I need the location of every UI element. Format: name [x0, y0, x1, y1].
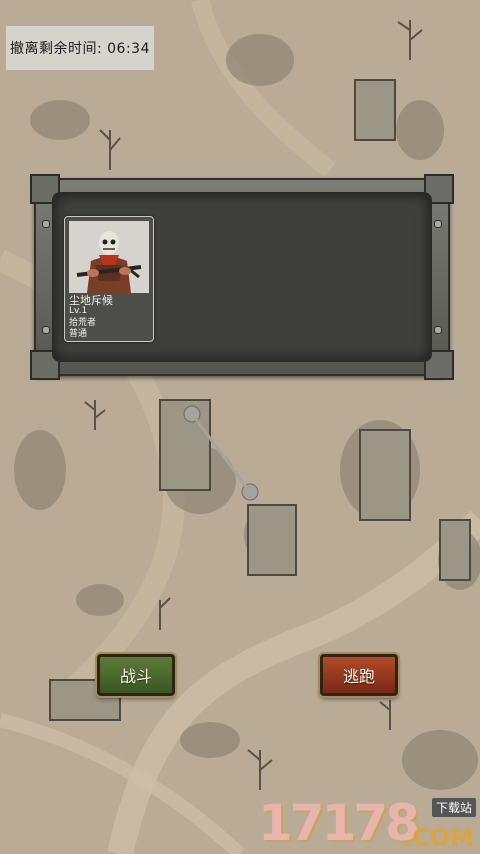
- watermark-suffix: .COM: [402, 824, 474, 852]
- enemy-card[interactable]: 尘地斥候 Lv.1 拾荒者 普通: [64, 216, 154, 342]
- enemy-class: 拾荒者: [69, 318, 97, 328]
- bolt-icon: [434, 326, 442, 334]
- flee-button[interactable]: 逃跑: [320, 654, 398, 696]
- fight-button[interactable]: 战斗: [97, 654, 175, 696]
- enemy-portrait: [69, 221, 149, 293]
- watermark-tag: 下载站: [431, 798, 476, 817]
- watermark-number: 17178: [258, 794, 420, 852]
- bolt-icon: [434, 220, 442, 228]
- evacuation-timer: 撤离剩余时间: 06:34: [6, 26, 154, 70]
- encounter-panel: 尘地斥候 Lv.1 拾荒者 普通: [30, 174, 454, 380]
- enemy-level: Lv.1: [69, 306, 88, 316]
- site-watermark: 17178 下载站 .COM: [258, 794, 480, 854]
- bolt-icon: [42, 326, 50, 334]
- bolt-icon: [42, 220, 50, 228]
- wasteland-map: [0, 0, 480, 854]
- enemy-rank: 普通: [69, 329, 88, 339]
